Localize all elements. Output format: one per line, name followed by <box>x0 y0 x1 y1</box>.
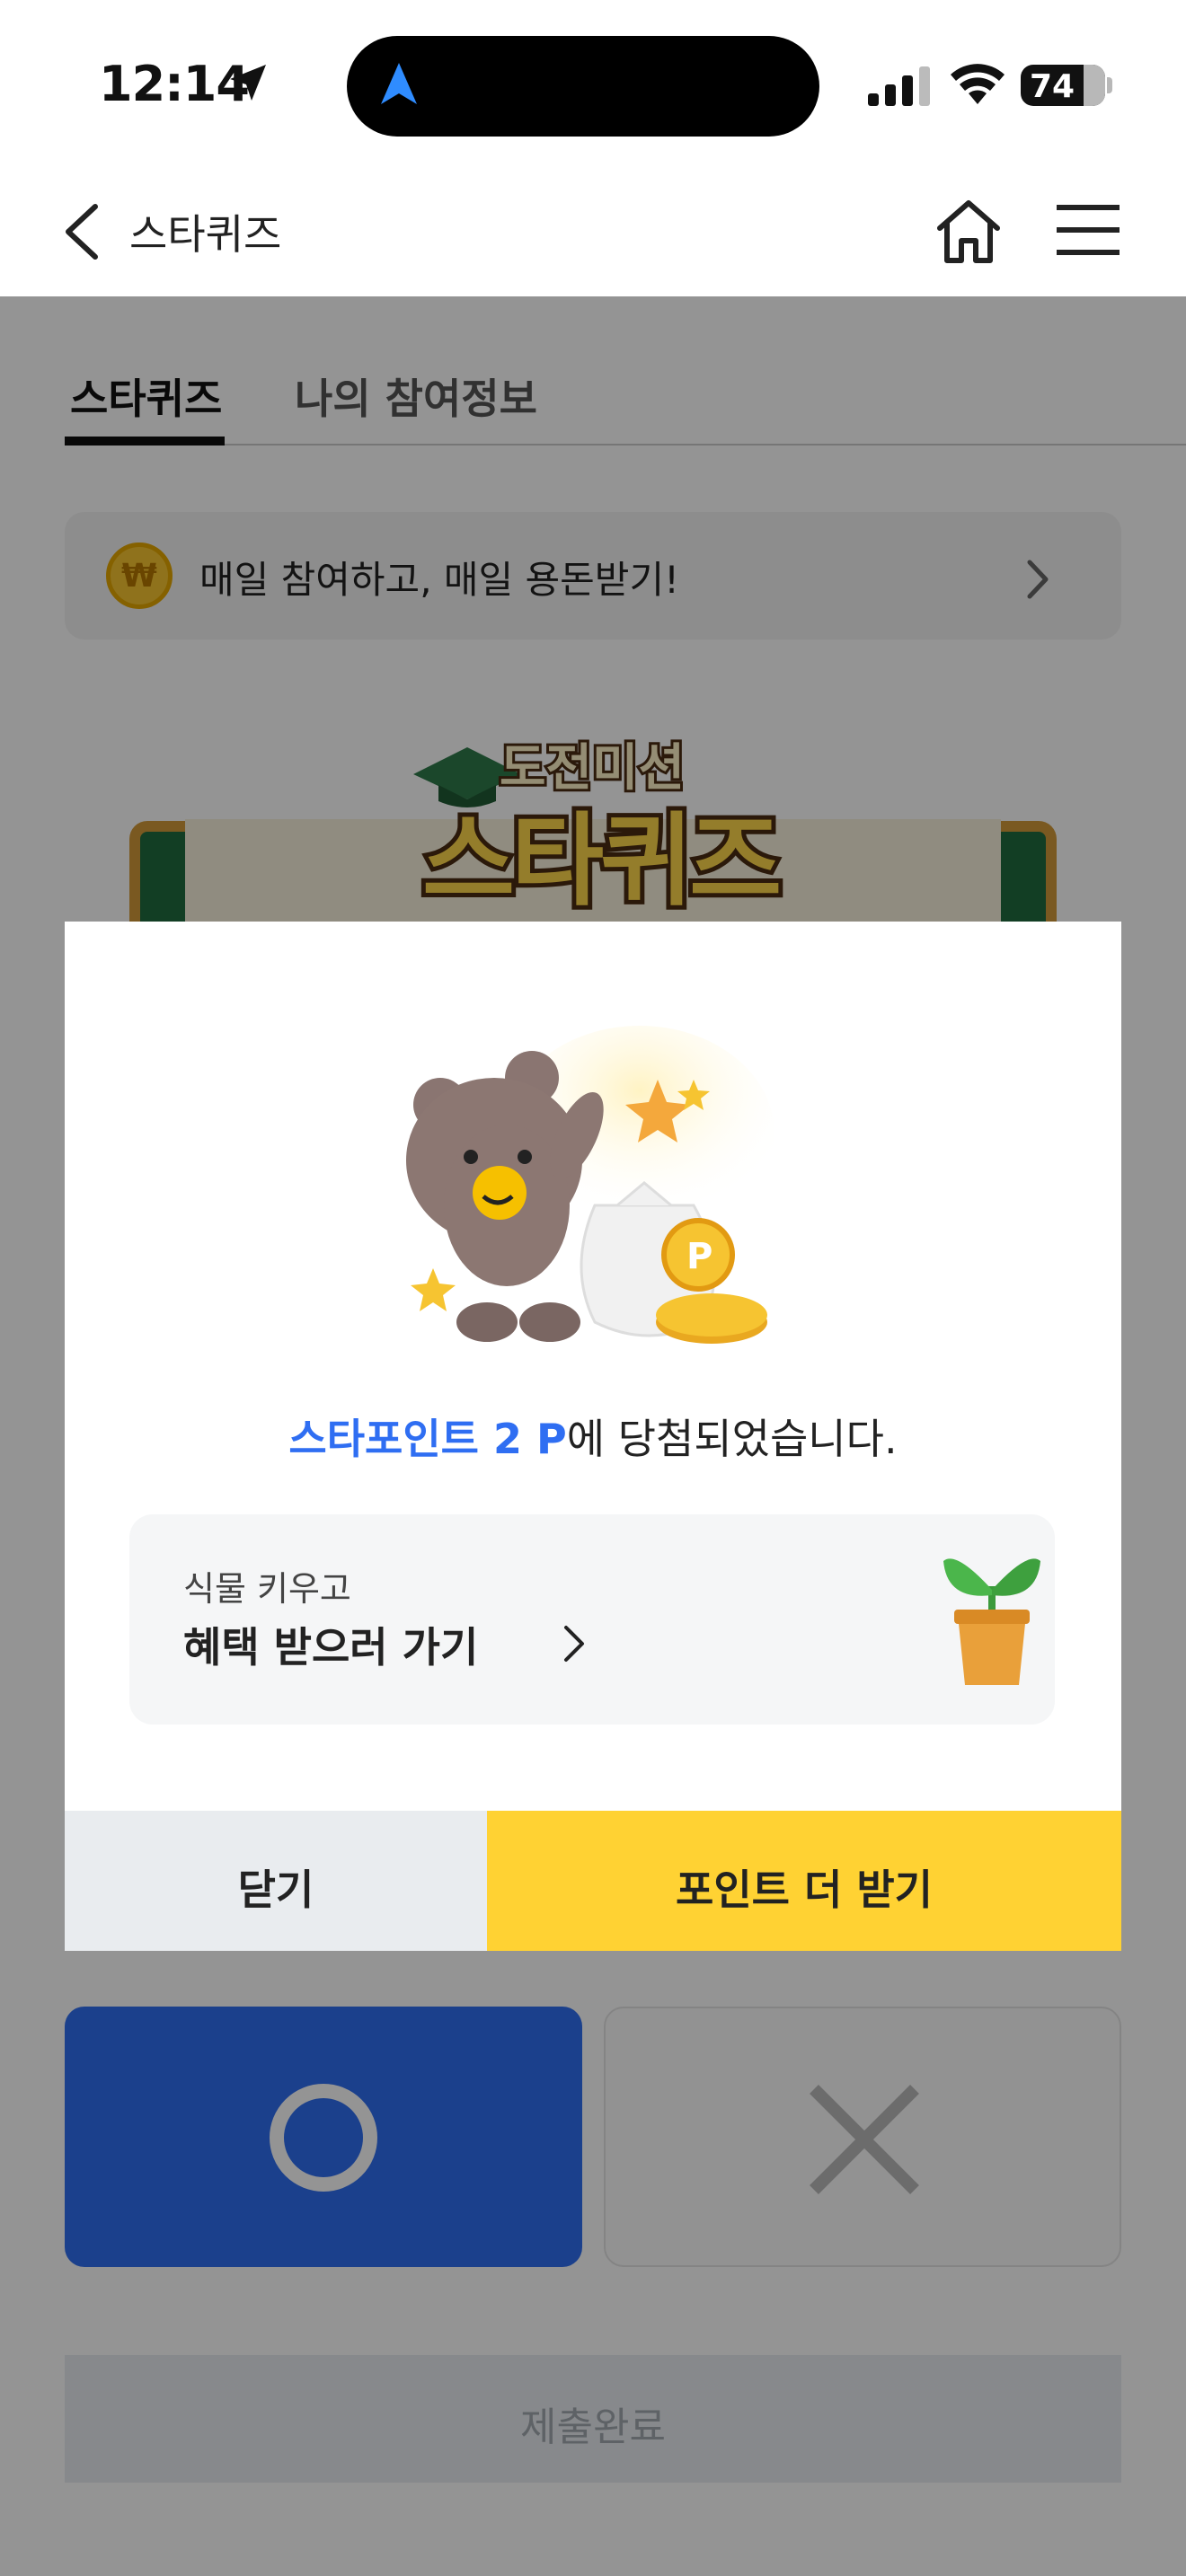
get-more-points-label: 포인트 더 받기 <box>676 1866 933 1914</box>
promo-subtitle: 식물 키우고 <box>183 1569 351 1609</box>
hamburger-menu-icon[interactable] <box>1057 203 1120 257</box>
close-button[interactable]: 닫기 <box>65 1811 487 1951</box>
plant-benefit-card[interactable]: 식물 키우고 혜택 받으러 가기 <box>129 1514 1055 1725</box>
battery-indicator: 74 <box>1021 65 1105 106</box>
sprout-pot-icon <box>943 1558 1040 1685</box>
reward-message: 스타포인트 2 P에 당첨되었습니다. <box>65 1407 1121 1466</box>
cellular-signal-icon <box>868 66 930 106</box>
chevron-right-icon <box>564 1626 584 1662</box>
home-icon[interactable] <box>934 198 1003 264</box>
bear-with-point-bag-illustration: P <box>406 1026 774 1344</box>
get-more-points-button[interactable]: 포인트 더 받기 <box>487 1811 1121 1951</box>
battery-tip <box>1107 77 1112 93</box>
battery-percent: 74 <box>1030 68 1075 105</box>
svg-text:P: P <box>686 1236 712 1277</box>
location-arrow-icon <box>230 65 266 101</box>
page-title: 스타퀴즈 <box>129 210 282 259</box>
reward-highlight: 스타포인트 2 P <box>288 1415 567 1463</box>
reward-modal: P 스타포인트 2 P에 당첨되었습니다. 식물 키우고 혜택 받으러 가기 닫… <box>65 922 1121 1951</box>
navigation-arrow-icon <box>381 63 417 104</box>
back-chevron-icon[interactable] <box>59 203 104 260</box>
reward-message-rest: 에 당첨되었습니다. <box>566 1415 898 1463</box>
wifi-icon <box>951 64 1005 104</box>
close-label: 닫기 <box>237 1866 314 1914</box>
promo-title: 혜택 받으러 가기 <box>183 1623 479 1672</box>
status-bar: 12:14 74 <box>0 0 1186 171</box>
